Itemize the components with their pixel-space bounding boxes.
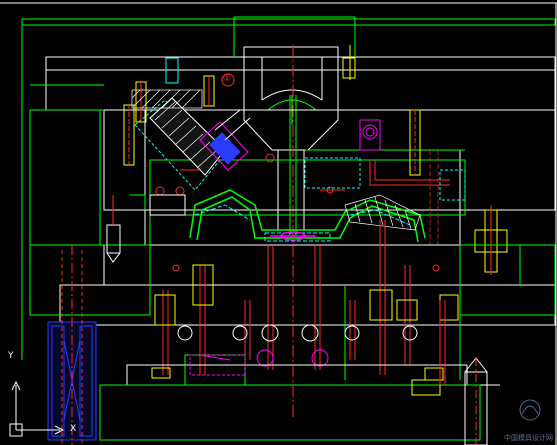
ucs-x-label: X: [70, 424, 77, 434]
cad-drawing-canvas[interactable]: [0, 0, 557, 445]
watermark-text: 中国模具设计网: [504, 434, 553, 442]
balloon-number: ①: [223, 74, 232, 84]
ucs-y-label: Y: [8, 351, 14, 361]
